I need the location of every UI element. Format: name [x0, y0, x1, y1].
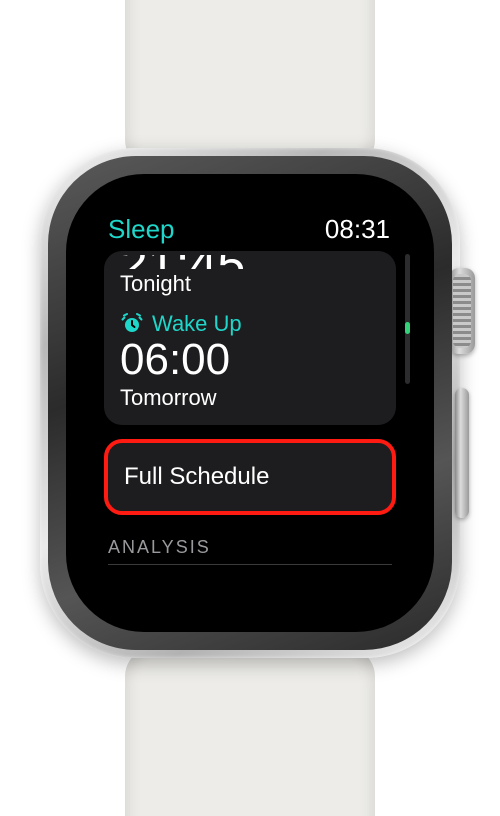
scroll-indicator[interactable] [405, 254, 410, 384]
case-inner: Sleep 08:31 21:45 Tonight [48, 156, 452, 650]
watch-band-bottom [125, 636, 375, 816]
full-schedule-button[interactable]: Full Schedule [104, 439, 396, 515]
watch-screen: Sleep 08:31 21:45 Tonight [86, 198, 414, 608]
analysis-section: ANALYSIS [104, 537, 396, 565]
bedtime-label: Tonight [120, 271, 380, 297]
app-title[interactable]: Sleep [108, 214, 175, 245]
wake-up-row: Wake Up [120, 311, 380, 337]
bezel: Sleep 08:31 21:45 Tonight [66, 174, 434, 632]
full-schedule-label: Full Schedule [124, 463, 269, 490]
side-button[interactable] [455, 388, 469, 518]
screen-header: Sleep 08:31 [104, 214, 396, 249]
bedtime-value: 21:45 [120, 255, 380, 269]
tonight-schedule-card[interactable]: 21:45 Tonight [104, 251, 396, 425]
alarm-clock-icon [120, 312, 144, 336]
status-clock: 08:31 [325, 214, 390, 245]
analysis-heading: ANALYSIS [108, 537, 392, 558]
digital-crown[interactable] [449, 268, 475, 354]
analysis-divider [108, 564, 392, 565]
wake-up-label: Wake Up [152, 311, 242, 337]
wake-up-time: 06:00 [120, 337, 380, 383]
wake-up-day: Tomorrow [120, 385, 380, 411]
watch-case: Sleep 08:31 21:45 Tonight [40, 148, 460, 658]
